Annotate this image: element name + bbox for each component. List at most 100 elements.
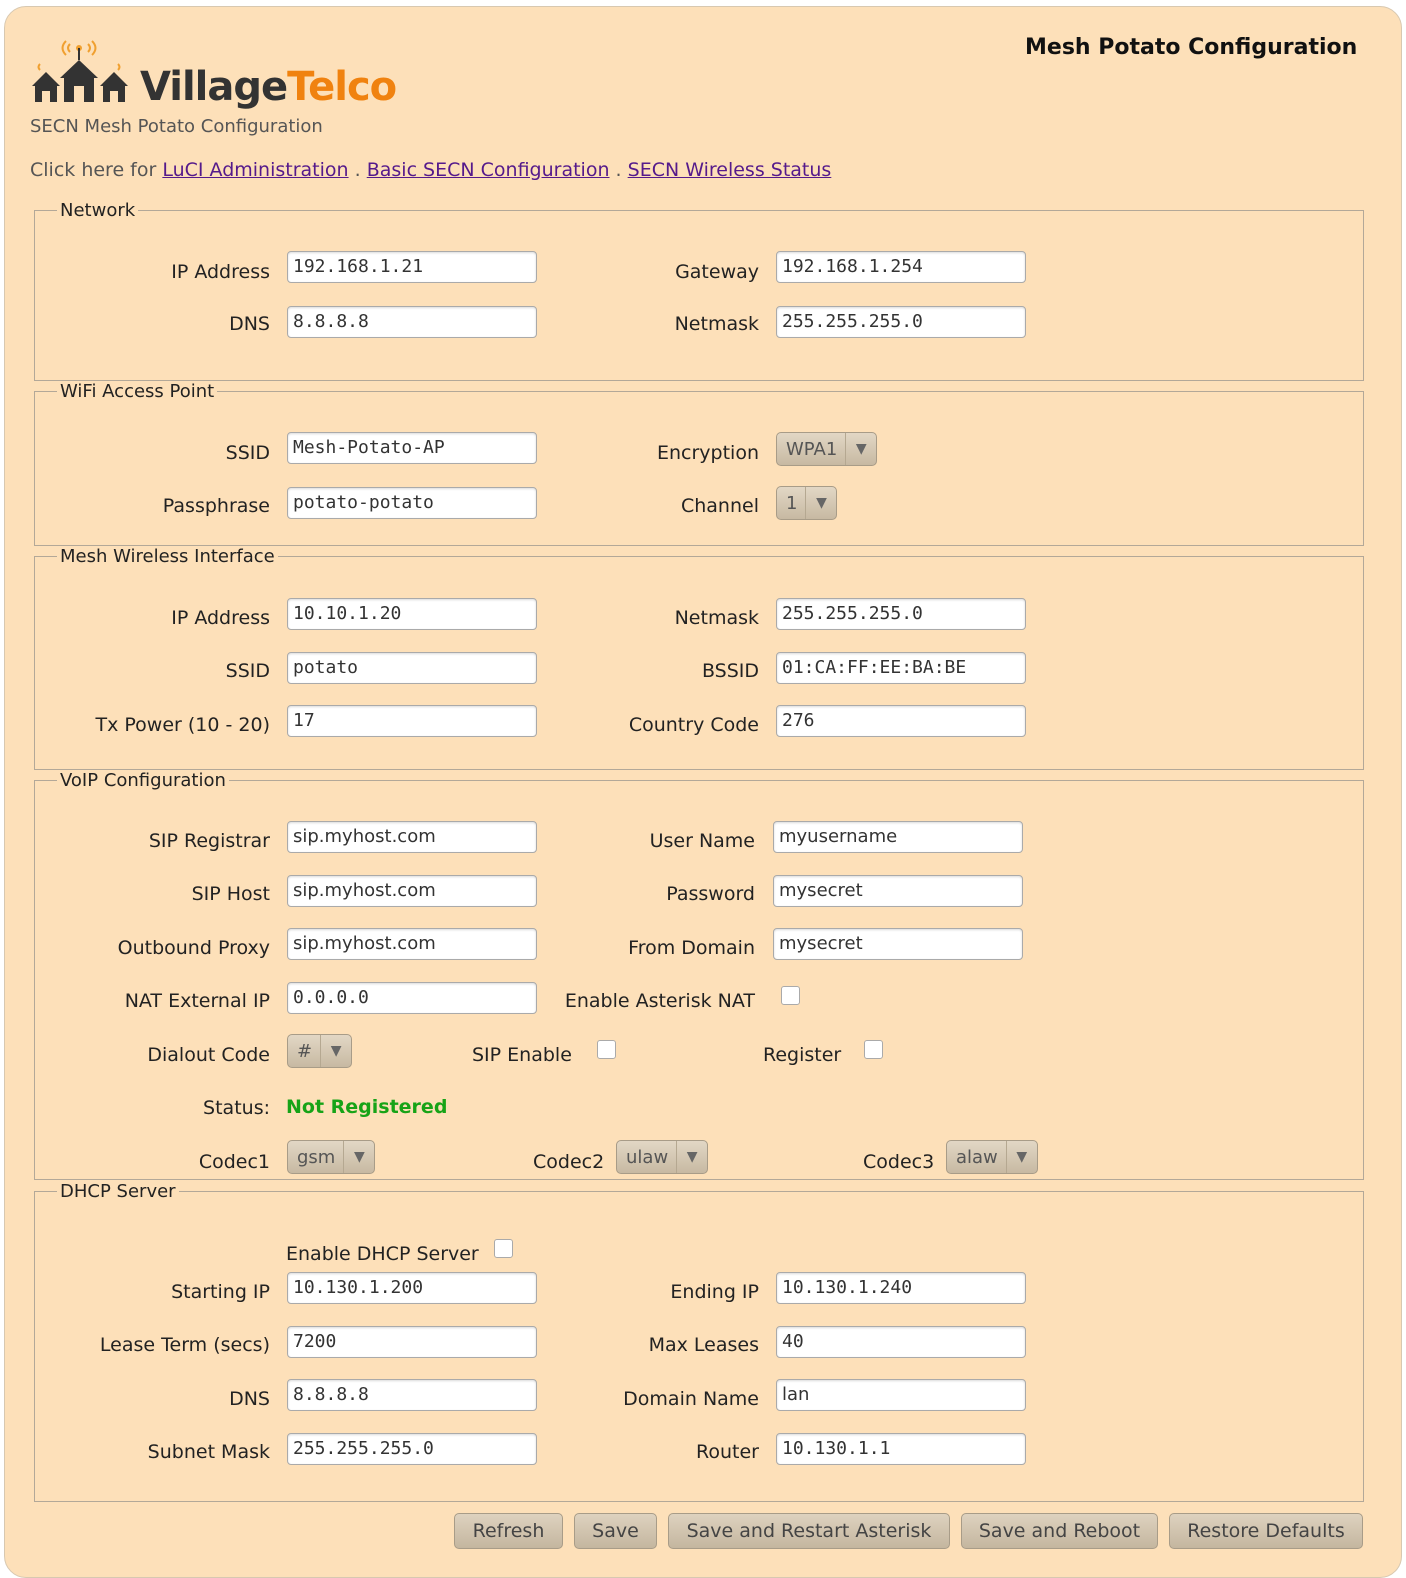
gateway-input[interactable]: 192.168.1.254 (776, 251, 1026, 283)
mesh-ip-label: IP Address (171, 607, 270, 629)
sip-registrar-label: SIP Registrar (148, 830, 270, 852)
wifi-ap-legend: WiFi Access Point (60, 381, 215, 402)
restore-defaults-button[interactable]: Restore Defaults (1169, 1513, 1363, 1549)
ending-ip-input[interactable]: 10.130.1.240 (776, 1272, 1026, 1304)
domain-name-label: Domain Name (623, 1388, 759, 1410)
country-code-input[interactable]: 276 (776, 705, 1026, 737)
chevron-down-icon: ▼ (1016, 1149, 1028, 1165)
refresh-button[interactable]: Refresh (454, 1513, 563, 1549)
nav-prefix: Click here for (30, 159, 157, 181)
router-label: Router (696, 1441, 759, 1463)
from-domain-input[interactable]: mysecret (773, 928, 1023, 960)
username-input[interactable]: myusername (773, 821, 1023, 853)
page-title: Mesh Potato Configuration (1025, 35, 1358, 60)
mesh-ssid-input[interactable]: potato (287, 652, 537, 684)
domain-name-input[interactable]: lan (776, 1379, 1026, 1411)
sip-enable-checkbox[interactable] (597, 1040, 616, 1059)
outbound-proxy-label: Outbound Proxy (117, 937, 270, 959)
encryption-label: Encryption (656, 442, 759, 464)
gateway-label: Gateway (675, 261, 759, 283)
from-domain-label: From Domain (628, 937, 755, 959)
lease-term-input[interactable]: 7200 (287, 1326, 537, 1358)
save-button[interactable]: Save (574, 1513, 657, 1549)
bssid-input[interactable]: 01:CA:FF:EE:BA:BE (776, 652, 1026, 684)
sip-host-label: SIP Host (191, 883, 270, 905)
network-section: Network (34, 200, 1364, 381)
chevron-down-icon: ▼ (816, 495, 827, 511)
password-label: Password (666, 883, 755, 905)
sip-registrar-input[interactable]: sip.myhost.com (287, 821, 537, 853)
subnet-mask-input[interactable]: 255.255.255.0 (287, 1433, 537, 1465)
enable-dhcp-checkbox[interactable] (494, 1239, 513, 1258)
ip-address-input[interactable]: 192.168.1.21 (287, 251, 537, 283)
username-label: User Name (649, 830, 755, 852)
starting-ip-input[interactable]: 10.130.1.200 (287, 1272, 537, 1304)
link-basic-secn-config[interactable]: Basic SECN Configuration (367, 159, 610, 181)
dhcp-legend: DHCP Server (60, 1181, 176, 1202)
link-secn-wireless-status[interactable]: SECN Wireless Status (628, 159, 832, 181)
codec2-select[interactable]: ulaw ▼ (616, 1140, 709, 1174)
dhcp-dns-input[interactable]: 8.8.8.8 (287, 1379, 537, 1411)
router-input[interactable]: 10.130.1.1 (776, 1433, 1026, 1465)
codec1-label: Codec1 (198, 1151, 270, 1173)
chevron-down-icon: ▼ (353, 1149, 365, 1165)
channel-label: Channel (680, 495, 759, 517)
ap-ssid-label: SSID (225, 442, 270, 464)
passphrase-input[interactable]: potato-potato (287, 487, 537, 519)
codec2-label: Codec2 (533, 1151, 605, 1173)
codec3-label: Codec3 (863, 1151, 935, 1173)
starting-ip-label: Starting IP (171, 1281, 270, 1303)
tx-power-input[interactable]: 17 (287, 705, 537, 737)
ip-address-label: IP Address (171, 261, 270, 283)
codec3-select[interactable]: alaw ▼ (946, 1140, 1038, 1174)
max-leases-label: Max Leases (648, 1334, 759, 1356)
dialout-code-select[interactable]: # ▼ (287, 1034, 353, 1068)
tx-power-label: Tx Power (10 - 20) (95, 714, 271, 736)
netmask-input[interactable]: 255.255.255.0 (776, 306, 1026, 338)
channel-select[interactable]: 1 ▼ (776, 486, 838, 520)
nat-external-ip-label: NAT External IP (124, 990, 270, 1012)
mesh-ip-input[interactable]: 10.10.1.20 (287, 598, 537, 630)
mesh-legend: Mesh Wireless Interface (60, 546, 275, 567)
max-leases-input[interactable]: 40 (776, 1326, 1026, 1358)
voip-legend: VoIP Configuration (60, 770, 226, 791)
app-subtitle: SECN Mesh Potato Configuration (30, 116, 323, 137)
village-telco-logo: VillageTelco (140, 64, 397, 110)
dialout-code-label: Dialout Code (147, 1044, 270, 1066)
outbound-proxy-input[interactable]: sip.myhost.com (287, 928, 537, 960)
ending-ip-label: Ending IP (670, 1281, 759, 1303)
link-luci-admin[interactable]: LuCI Administration (162, 159, 348, 181)
chevron-down-icon: ▼ (686, 1149, 698, 1165)
chevron-down-icon: ▼ (330, 1043, 342, 1059)
mesh-section: Mesh Wireless Interface (34, 546, 1364, 770)
village-telco-logo-icon (32, 40, 128, 102)
save-reboot-button[interactable]: Save and Reboot (961, 1513, 1158, 1549)
enable-dhcp-label: Enable DHCP Server (286, 1243, 479, 1265)
nat-external-ip-input[interactable]: 0.0.0.0 (287, 982, 537, 1014)
codec1-select[interactable]: gsm ▼ (287, 1140, 376, 1174)
ap-ssid-input[interactable]: Mesh-Potato-AP (287, 432, 537, 464)
encryption-select[interactable]: WPA1 ▼ (776, 432, 878, 466)
status-label: Status: (203, 1097, 270, 1119)
register-checkbox[interactable] (864, 1040, 883, 1059)
register-label: Register (763, 1044, 842, 1066)
network-legend: Network (60, 200, 136, 221)
registration-status: Not Registered (286, 1096, 448, 1118)
dns-label: DNS (229, 313, 270, 335)
country-code-label: Country Code (628, 714, 759, 736)
bssid-label: BSSID (701, 660, 759, 682)
save-restart-asterisk-button[interactable]: Save and Restart Asterisk (668, 1513, 950, 1549)
netmask-label: Netmask (674, 313, 759, 335)
lease-term-label: Lease Term (secs) (99, 1334, 270, 1356)
asterisk-nat-label: Enable Asterisk NAT (564, 990, 755, 1012)
chevron-down-icon: ▼ (855, 441, 867, 457)
asterisk-nat-checkbox[interactable] (781, 986, 800, 1005)
sip-enable-label: SIP Enable (472, 1044, 572, 1066)
passphrase-label: Passphrase (162, 495, 270, 517)
subnet-mask-label: Subnet Mask (147, 1441, 270, 1463)
password-input[interactable]: mysecret (773, 875, 1023, 907)
mesh-netmask-input[interactable]: 255.255.255.0 (776, 598, 1026, 630)
mesh-ssid-label: SSID (225, 660, 270, 682)
dns-input[interactable]: 8.8.8.8 (287, 306, 537, 338)
sip-host-input[interactable]: sip.myhost.com (287, 875, 537, 907)
